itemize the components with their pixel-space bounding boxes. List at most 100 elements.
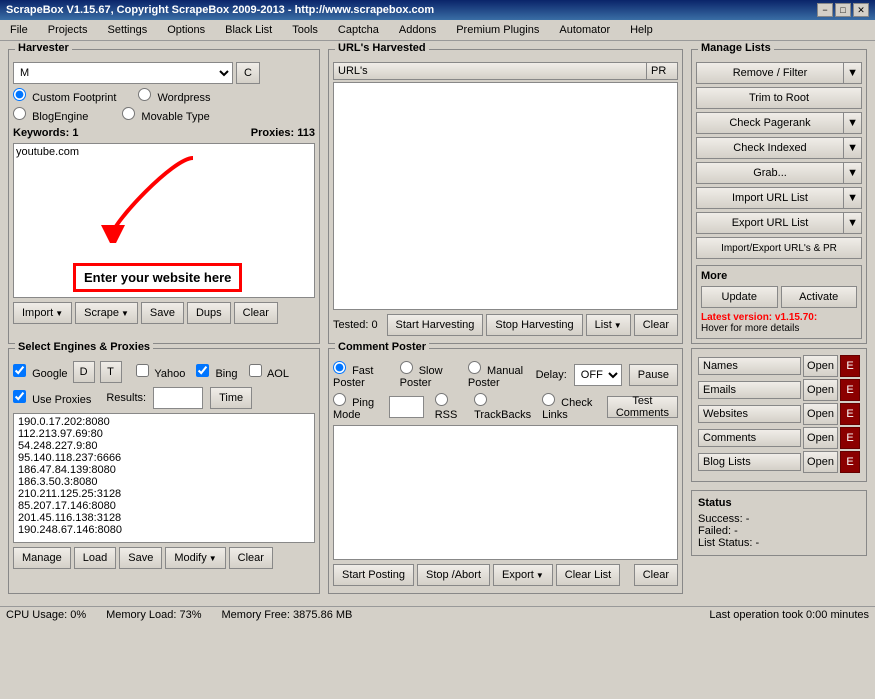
activate-button[interactable]: Activate — [781, 286, 858, 308]
export-url-list-button[interactable]: Export URL List — [696, 212, 844, 234]
movable-radio-label[interactable]: Movable Type — [122, 107, 209, 123]
stop-abort-button[interactable]: Stop /Abort — [417, 564, 490, 586]
comments-e-button[interactable]: E — [840, 427, 860, 449]
use-proxies-checkbox[interactable] — [13, 390, 26, 403]
close-button[interactable]: ✕ — [853, 3, 869, 17]
menu-automator[interactable]: Automator — [553, 22, 616, 38]
custom-footprint-radio-label[interactable]: Custom Footprint — [13, 88, 116, 104]
harvester-dropdown[interactable]: M — [13, 62, 233, 84]
ping-mode-label[interactable]: Ping Mode — [333, 393, 382, 421]
start-harvesting-button[interactable]: Start Harvesting — [387, 314, 484, 336]
urls-clear-button[interactable]: Clear — [634, 314, 678, 336]
import-export-pr-button[interactable]: Import/Export URL's & PR — [696, 237, 862, 259]
grab-button[interactable]: Grab... — [696, 162, 844, 184]
urls-list[interactable] — [333, 82, 678, 310]
check-links-label[interactable]: Check Links — [542, 393, 596, 421]
grab-dropdown[interactable]: ▼ — [844, 162, 862, 184]
poster-clear-button[interactable]: Clear — [634, 564, 678, 586]
modify-button[interactable]: Modify▼ — [165, 547, 225, 569]
fast-poster-radio[interactable] — [333, 361, 346, 374]
slow-poster-radio[interactable] — [400, 361, 413, 374]
update-button[interactable]: Update — [701, 286, 778, 308]
manual-poster-radio[interactable] — [468, 361, 481, 374]
t-button[interactable]: T — [100, 361, 122, 383]
ping-value-input[interactable]: 10 — [389, 396, 424, 418]
fast-poster-label[interactable]: Fast Poster — [333, 361, 385, 389]
export-url-dropdown[interactable]: ▼ — [844, 212, 862, 234]
trackbacks-radio[interactable] — [474, 393, 487, 406]
clear-proxies-button[interactable]: Clear — [229, 547, 273, 569]
menu-file[interactable]: File — [4, 22, 34, 38]
export-poster-button[interactable]: Export▼ — [493, 564, 553, 586]
names-open-button[interactable]: Open — [803, 355, 838, 377]
save-proxies-button[interactable]: Save — [119, 547, 162, 569]
import-button[interactable]: Import▼ — [13, 302, 72, 324]
check-pagerank-button[interactable]: Check Pagerank — [696, 112, 844, 134]
movable-radio[interactable] — [122, 107, 135, 120]
test-comments-button[interactable]: Test Comments — [607, 396, 678, 418]
wordpress-radio-label[interactable]: Wordpress — [138, 88, 210, 104]
use-proxies-label[interactable]: Use Proxies — [13, 390, 91, 406]
menu-premium[interactable]: Premium Plugins — [450, 22, 545, 38]
scrape-button[interactable]: Scrape▼ — [75, 302, 138, 324]
menu-addons[interactable]: Addons — [393, 22, 442, 38]
menu-projects[interactable]: Projects — [42, 22, 94, 38]
menu-tools[interactable]: Tools — [286, 22, 324, 38]
time-button[interactable]: Time — [210, 387, 252, 409]
yahoo-checkbox-label[interactable]: Yahoo — [136, 364, 186, 380]
blog-lists-open-button[interactable]: Open — [803, 451, 838, 473]
load-proxies-button[interactable]: Load — [74, 547, 116, 569]
comments-open-button[interactable]: Open — [803, 427, 838, 449]
menu-captcha[interactable]: Captcha — [332, 22, 385, 38]
rss-radio[interactable] — [435, 393, 448, 406]
import-url-dropdown[interactable]: ▼ — [844, 187, 862, 209]
manual-poster-label[interactable]: Manual Poster — [468, 361, 530, 389]
pause-button[interactable]: Pause — [629, 364, 678, 386]
manage-proxies-button[interactable]: Manage — [13, 547, 71, 569]
import-url-list-button[interactable]: Import URL List — [696, 187, 844, 209]
bing-checkbox[interactable] — [196, 364, 209, 377]
maximize-button[interactable]: □ — [835, 3, 851, 17]
start-posting-button[interactable]: Start Posting — [333, 564, 414, 586]
blogengine-radio-label[interactable]: BlogEngine — [13, 107, 88, 123]
remove-filter-button[interactable]: Remove / Filter — [696, 62, 844, 84]
delay-select[interactable]: OFF — [574, 364, 622, 386]
emails-open-button[interactable]: Open — [803, 379, 838, 401]
blogengine-radio[interactable] — [13, 107, 26, 120]
clear-list-button[interactable]: Clear List — [556, 564, 620, 586]
menu-blacklist[interactable]: Black List — [219, 22, 278, 38]
menu-options[interactable]: Options — [161, 22, 211, 38]
ping-mode-radio[interactable] — [333, 393, 346, 406]
aol-checkbox-label[interactable]: AOL — [249, 364, 289, 380]
wordpress-radio[interactable] — [138, 88, 151, 101]
trackbacks-label[interactable]: TrackBacks — [474, 393, 531, 421]
trim-to-root-button[interactable]: Trim to Root — [696, 87, 862, 109]
results-input[interactable]: 1000 — [153, 387, 203, 409]
websites-e-button[interactable]: E — [840, 403, 860, 425]
check-pagerank-dropdown[interactable]: ▼ — [844, 112, 862, 134]
check-indexed-dropdown[interactable]: ▼ — [844, 137, 862, 159]
google-checkbox-label[interactable]: Google — [13, 364, 68, 380]
comment-area[interactable] — [333, 425, 678, 560]
check-links-radio[interactable] — [542, 393, 555, 406]
slow-poster-label[interactable]: Slow Poster — [400, 361, 453, 389]
clear-button[interactable]: Clear — [234, 302, 278, 324]
d-button[interactable]: D — [73, 361, 95, 383]
minimize-button[interactable]: − — [817, 3, 833, 17]
check-indexed-button[interactable]: Check Indexed — [696, 137, 844, 159]
menu-help[interactable]: Help — [624, 22, 659, 38]
bing-checkbox-label[interactable]: Bing — [196, 364, 237, 380]
dups-button[interactable]: Dups — [187, 302, 231, 324]
rss-label[interactable]: RSS — [435, 393, 463, 421]
menu-settings[interactable]: Settings — [101, 22, 153, 38]
aol-checkbox[interactable] — [249, 364, 262, 377]
emails-e-button[interactable]: E — [840, 379, 860, 401]
google-checkbox[interactable] — [13, 364, 26, 377]
c-button[interactable]: C — [236, 62, 260, 84]
remove-filter-dropdown[interactable]: ▼ — [844, 62, 862, 84]
blog-lists-e-button[interactable]: E — [840, 451, 860, 473]
stop-harvesting-button[interactable]: Stop Harvesting — [486, 314, 582, 336]
proxy-list[interactable]: 190.0.17.202:8080 112.213.97.69:80 54.24… — [13, 413, 315, 543]
names-e-button[interactable]: E — [840, 355, 860, 377]
list-button[interactable]: List▼ — [586, 314, 631, 336]
